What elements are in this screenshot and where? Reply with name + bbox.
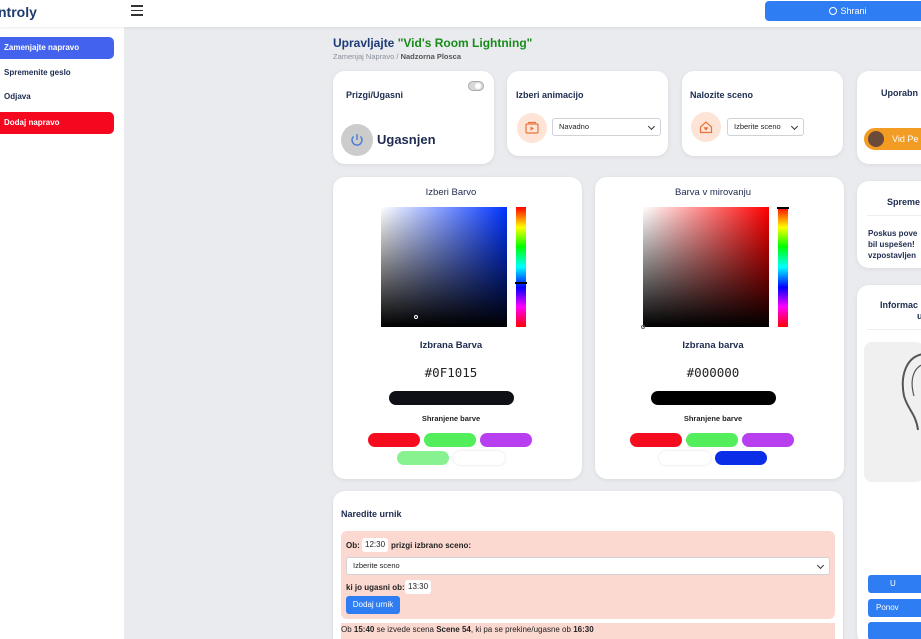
idle-saved-color-swatch[interactable]	[659, 451, 711, 465]
idle-color-card: Barva v mirovanju Izbrana barva #000000 …	[595, 177, 844, 479]
schedule-entry: Ob 15:40 se izvede scena Scene 54, ki pa…	[341, 623, 835, 639]
idle-selected-color-preview	[651, 391, 776, 405]
color-saturation-picker[interactable]	[381, 207, 507, 327]
save-button[interactable]: Shrani	[765, 1, 921, 21]
idle-saved-color-swatch[interactable]	[630, 433, 682, 447]
end-time-input[interactable]: 13:30	[405, 580, 432, 594]
top-bar: ntroly Shrani	[0, 0, 921, 27]
sidebar-item-add-device[interactable]: Dodaj napravo	[0, 112, 114, 134]
lightbulb-illustration	[864, 342, 921, 482]
scene-select[interactable]: Izberite sceno	[727, 118, 804, 136]
start-text: prizgi izbrano sceno:	[391, 541, 472, 550]
device-name: "Vid's Room Lightning"	[397, 36, 533, 50]
hue-slider-handle[interactable]	[515, 282, 527, 284]
avatar	[868, 131, 884, 147]
saved-color-swatch[interactable]	[480, 433, 532, 447]
idle-saved-color-swatch[interactable]	[686, 433, 738, 447]
idle-hue-slider[interactable]	[777, 207, 789, 327]
animation-select[interactable]: Navadno	[552, 118, 661, 136]
idle-saved-color-swatch[interactable]	[715, 451, 767, 465]
saved-color-swatch[interactable]	[397, 451, 449, 465]
schedule-title: Naredite urnik	[341, 509, 402, 519]
selected-color-preview	[389, 391, 514, 405]
sidebar: Zamenjajte napravo Spremenite geslo Odja…	[0, 27, 124, 639]
idle-color-card-title: Barva v mirovanju	[674, 187, 752, 198]
power-button[interactable]	[341, 124, 373, 156]
selected-color-hex: #0F1015	[424, 365, 478, 380]
lightbulb-icon	[901, 353, 921, 431]
changes-card: Spreme Poskus pove bil uspešen! vzpostav…	[857, 181, 921, 268]
divider	[867, 329, 921, 330]
power-card-title: Prizgi/Ugasni	[346, 90, 404, 100]
animation-card: Izberi animacijo Navadno	[507, 71, 668, 156]
info-card-title: u	[917, 311, 921, 321]
selected-color-label: Izbrana Barva	[419, 340, 483, 351]
sidebar-item-change-password[interactable]: Spremenite geslo	[0, 62, 114, 84]
save-icon	[829, 7, 838, 15]
scene-card: Nalozite sceno Izberite sceno	[682, 71, 843, 156]
changes-text: vzpostavljen	[868, 251, 917, 260]
sidebar-item-change-device[interactable]: Zamenjajte napravo	[0, 37, 114, 59]
saved-colors-label: Shranjene barve	[421, 414, 481, 423]
idle-color-saturation-picker[interactable]	[641, 207, 769, 329]
power-icon	[351, 134, 363, 146]
scene-card-title: Nalozite sceno	[690, 90, 754, 100]
power-card: Prizgi/Ugasni Ugasnjen	[333, 71, 494, 164]
color-card: Izberi Barvo Izbrana Barva #0F1015 Shran…	[333, 177, 582, 479]
breadcrumb-current: Nadzorna Plosca	[400, 52, 461, 61]
breadcrumb: Zamenjaj Napravo / Nadzorna Plosca	[333, 52, 461, 61]
schedule-form: Ob: 12:30 prizgi izbrano sceno: Izberite…	[341, 531, 835, 619]
saved-color-swatch[interactable]	[368, 433, 420, 447]
schedule-scene-select[interactable]: Izberite sceno	[346, 557, 830, 575]
changes-text: Poskus pove	[868, 229, 918, 238]
idle-selected-color-hex: #000000	[686, 365, 740, 380]
scene-icon	[691, 112, 721, 142]
divider	[867, 215, 921, 216]
changes-text: bil uspešen!	[868, 240, 915, 249]
hue-slider[interactable]	[515, 207, 527, 327]
idle-saved-colors-label: Shranjene barve	[683, 414, 743, 423]
saved-color-swatch[interactable]	[453, 451, 505, 465]
idle-color-picker-cursor[interactable]	[641, 325, 645, 329]
right-action-button[interactable]	[868, 622, 921, 639]
breadcrumb-link[interactable]: Zamenjaj Napravo	[333, 52, 394, 61]
saved-color-swatch[interactable]	[424, 433, 476, 447]
user-chip[interactable]: Vid Pe	[864, 128, 921, 150]
right-action-button[interactable]: Ponov	[868, 599, 921, 617]
changes-card-title: Spreme	[887, 197, 921, 207]
users-card-title: Uporabn	[881, 88, 918, 98]
users-card: Uporabn Vid Pe	[857, 71, 921, 164]
schedule-ob-label: Ob:	[346, 541, 360, 550]
app-brand: ntroly	[0, 4, 37, 20]
idle-saved-color-swatch[interactable]	[742, 433, 794, 447]
animation-card-title: Izberi animacijo	[516, 90, 584, 100]
page-title: Upravljajte "Vid's Room Lightning"	[333, 36, 533, 50]
add-schedule-button[interactable]: Dodaj urnik	[346, 596, 400, 614]
info-card-title: Informac	[880, 300, 919, 310]
idle-hue-slider-handle[interactable]	[777, 207, 789, 209]
start-time-input[interactable]: 12:30	[362, 538, 389, 552]
end-label: ki jo ugasni ob:	[346, 583, 405, 592]
right-action-button[interactable]: U	[868, 575, 921, 593]
power-toggle[interactable]	[468, 81, 484, 91]
idle-selected-color-label: Izbrana barva	[682, 340, 744, 351]
power-status: Ugasnjen	[377, 132, 436, 147]
menu-icon[interactable]	[131, 5, 143, 17]
animation-icon	[517, 113, 547, 143]
color-card-title: Izberi Barvo	[425, 187, 477, 198]
sidebar-item-logout[interactable]: Odjava	[0, 86, 114, 108]
color-picker-cursor[interactable]	[414, 315, 418, 319]
